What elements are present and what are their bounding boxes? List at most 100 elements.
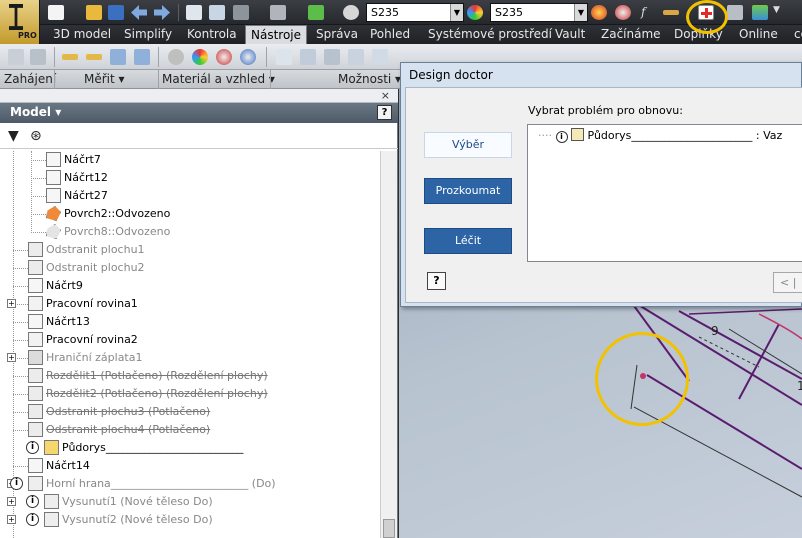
help-button[interactable]: ? <box>377 105 392 120</box>
new-file-icon[interactable] <box>48 5 64 20</box>
ilogic-icon[interactable] <box>308 5 324 20</box>
material-sphere-icon[interactable] <box>343 5 359 20</box>
tree-row[interactable]: Náčrt12 <box>0 169 380 187</box>
expand-icon[interactable]: + <box>7 515 16 524</box>
select-icon[interactable] <box>233 5 249 20</box>
binoculars-icon[interactable]: ⊛ <box>30 128 42 144</box>
update-icon[interactable] <box>209 5 225 20</box>
undo-icon[interactable] <box>131 5 147 20</box>
tree-row[interactable]: Odstranit plochu2 <box>0 259 380 277</box>
problem-list[interactable]: ···· i Půdorys______________________ : V… <box>527 124 802 262</box>
expand-icon[interactable]: + <box>7 353 16 362</box>
tree-row[interactable]: i Půdorys_________________________ <box>0 439 380 457</box>
panel-merit[interactable]: Měřit ▾ <box>84 72 125 86</box>
clear-material-icon[interactable] <box>216 49 232 65</box>
open-file-icon[interactable] <box>86 5 102 20</box>
appearance-browser-icon[interactable] <box>192 49 208 65</box>
tree-row[interactable]: + Hraniční záplata1 <box>0 349 380 367</box>
select-button[interactable]: Výběr <box>424 132 512 158</box>
model-dropdown[interactable]: Model ▾ <box>10 105 61 119</box>
scroll-thumb[interactable] <box>383 519 395 538</box>
problem-item-label: Půdorys______________________ : Vaz <box>587 129 783 142</box>
options-icon-5[interactable] <box>372 49 388 65</box>
tree-row[interactable]: +iHorní hrana_________________________ (… <box>0 475 380 493</box>
tree-row[interactable]: Povrch8::Odvozeno <box>0 223 380 241</box>
tree-row[interactable]: Náčrt14 <box>0 457 380 475</box>
options-icon-1[interactable] <box>276 49 292 65</box>
expand-icon[interactable]: + <box>7 497 16 506</box>
problem-item[interactable]: ···· i Půdorys______________________ : V… <box>538 128 782 143</box>
close-icon[interactable]: × <box>381 89 390 102</box>
tab-online[interactable]: Online <box>734 25 783 44</box>
save-icon[interactable] <box>108 5 124 20</box>
tree-row[interactable]: Rozdělit1 (Potlačeno) (Rozdělení plochy) <box>0 367 380 385</box>
parameters-fx-icon[interactable]: f <box>641 5 657 20</box>
examine-button[interactable]: Prozkoumat <box>424 178 512 204</box>
document-settings-icon[interactable] <box>30 49 46 65</box>
info-icon[interactable]: i <box>26 441 39 454</box>
back-button[interactable]: < | <box>773 272 802 293</box>
tree-row[interactable]: Odstranit plochu1 <box>0 241 380 259</box>
panel-zahajeni[interactable]: Zahájení <box>4 72 56 86</box>
redo-icon[interactable] <box>154 5 170 20</box>
application-options-icon[interactable] <box>8 49 24 65</box>
expand-icon[interactable]: + <box>7 299 16 308</box>
tree-row[interactable]: + i Vysunutí1 (Nové těleso Do) <box>0 493 380 511</box>
tree-row[interactable]: Odstranit plochu4 (Potlačeno) <box>0 421 380 439</box>
panel-material-vzhled[interactable]: Materiál a vzhled ▾ <box>162 72 275 86</box>
tab-zaciname[interactable]: Začínáme <box>596 25 666 44</box>
tree-row[interactable]: + i Vysunutí2 (Nové těleso Do) <box>0 511 380 529</box>
dialog-help-button[interactable]: ? <box>427 272 446 290</box>
sketch-yellow-icon <box>44 440 59 455</box>
tools-icon[interactable] <box>727 5 743 20</box>
measure-distance-icon[interactable] <box>62 54 78 60</box>
filter-icon[interactable]: ▼ <box>8 128 19 144</box>
tree-row[interactable]: Náčrt13 <box>0 313 380 331</box>
clear-appearance-icon[interactable] <box>615 5 631 20</box>
material-combo[interactable]: S235 ▼ <box>366 3 464 22</box>
measure-ruler-icon[interactable] <box>663 10 679 15</box>
application-menu-button[interactable]: PRO <box>0 0 40 44</box>
tab-vault[interactable]: Vault <box>550 25 590 44</box>
tab-sprava[interactable]: Správa <box>311 25 363 44</box>
adjust-appearance-icon[interactable] <box>591 5 607 20</box>
dialog-body: Výběr Prozkoumat Léčit ? Vybrat problém … <box>405 87 802 303</box>
tab-co[interactable]: co <box>789 25 802 44</box>
tab-pohled[interactable]: Pohled <box>365 25 415 44</box>
adjust-material-icon[interactable] <box>240 49 256 65</box>
tree-scrollbar[interactable] <box>380 151 397 538</box>
chevron-down-icon[interactable]: ▼ <box>450 4 463 21</box>
options-icon-2[interactable] <box>300 49 316 65</box>
info-icon[interactable]: i <box>10 477 23 490</box>
measure-icon[interactable] <box>270 5 286 20</box>
measure-angle-icon[interactable] <box>86 54 102 60</box>
info-icon[interactable]: i <box>26 513 39 526</box>
options-icon-4[interactable] <box>348 49 364 65</box>
options-icon-3[interactable] <box>324 49 340 65</box>
measure-area-icon[interactable] <box>134 49 150 65</box>
tree-row[interactable]: + Pracovní rovina1 <box>0 295 380 313</box>
appearance-icon[interactable] <box>467 5 483 20</box>
tab-simplify[interactable]: Simplify <box>119 25 177 44</box>
tree-row[interactable]: Náčrt7 <box>0 151 380 169</box>
tab-systemove-prostredi[interactable]: Systémové prostředí <box>423 25 557 44</box>
chevron-down-icon[interactable]: ▼ <box>574 4 587 21</box>
tree-row[interactable]: Pracovní rovina2 <box>0 331 380 349</box>
return-icon[interactable] <box>186 5 202 20</box>
tree-row[interactable]: Odstranit plochu3 (Potlačeno) <box>0 403 380 421</box>
tree-row[interactable]: Náčrt27 <box>0 187 380 205</box>
appearance-combo[interactable]: S235 ▼ <box>490 3 588 22</box>
fix-button[interactable]: Léčit <box>424 228 512 254</box>
panel-moznosti[interactable]: Možnosti ▾ <box>338 72 401 86</box>
customize-icon[interactable] <box>752 5 768 20</box>
chevron-down-icon[interactable]: ▼ <box>773 5 789 20</box>
measure-loop-icon[interactable] <box>110 49 126 65</box>
info-icon[interactable]: i <box>26 495 39 508</box>
tree-row[interactable]: Náčrt9 <box>0 277 380 295</box>
tab-kontrola[interactable]: Kontrola <box>182 25 242 44</box>
tree-row[interactable]: Rozdělit2 (Potlačeno) (Rozdělení plochy) <box>0 385 380 403</box>
tree-row[interactable]: Povrch2::Odvozeno <box>0 205 380 223</box>
material-browser-icon[interactable] <box>168 49 184 65</box>
tab-nastroje[interactable]: Nástroje <box>245 25 308 44</box>
tab-3d-model[interactable]: 3D model <box>48 25 116 44</box>
